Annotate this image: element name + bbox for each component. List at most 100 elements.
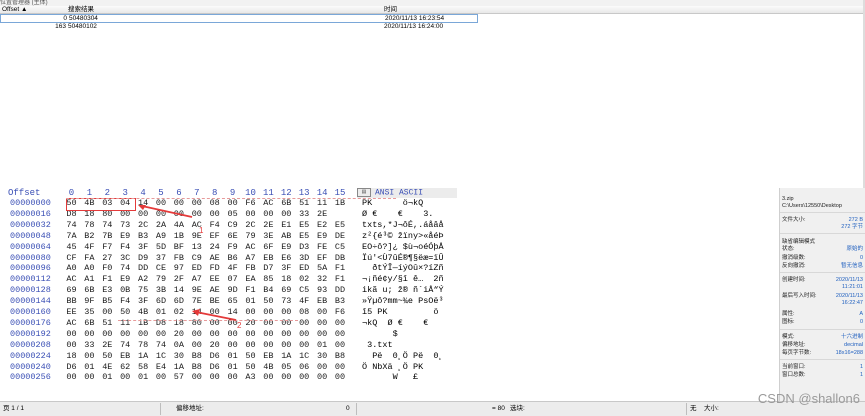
hex-byte[interactable]: B3 — [136, 231, 151, 241]
hex-byte[interactable]: 4F — [225, 263, 240, 273]
hex-byte[interactable]: A0 — [82, 263, 97, 273]
hex-byte[interactable]: 01 — [136, 372, 151, 382]
ascii-text[interactable]: î5 PK ö — [362, 307, 457, 317]
hex-byte[interactable]: A3 — [243, 372, 258, 382]
hex-byte[interactable]: 6B — [279, 198, 294, 208]
hex-byte[interactable]: 02 — [297, 274, 312, 284]
hex-byte[interactable]: 93 — [315, 285, 330, 295]
hex-byte[interactable]: E9 — [315, 231, 330, 241]
hex-byte[interactable]: 00 — [243, 329, 258, 339]
hex-byte[interactable]: BB — [64, 296, 79, 306]
hex-byte[interactable]: 2F — [171, 274, 186, 284]
hex-byte[interactable]: F6 — [243, 198, 258, 208]
hex-byte[interactable]: 24 — [207, 242, 222, 252]
hex-byte[interactable]: 00 — [297, 372, 312, 382]
hex-byte[interactable]: F1 — [333, 263, 348, 273]
hex-byte[interactable]: 13 — [189, 242, 204, 252]
column-header-offset[interactable]: Offset ▲ — [2, 6, 27, 13]
hex-byte[interactable]: AE — [207, 285, 222, 295]
hex-byte[interactable]: 00 — [279, 209, 294, 219]
hex-byte[interactable]: E3 — [100, 285, 115, 295]
hex-byte[interactable]: AC — [64, 274, 79, 284]
hex-byte[interactable]: 00 — [118, 329, 133, 339]
column-header-time[interactable]: 时间 — [384, 6, 397, 13]
hex-byte[interactable]: AB — [279, 231, 294, 241]
hex-byte[interactable]: 3F — [136, 242, 151, 252]
hex-byte[interactable]: B4 — [261, 285, 276, 295]
hex-byte[interactable]: 00 — [64, 372, 79, 382]
hex-byte[interactable]: 00 — [279, 340, 294, 350]
column-header-hit[interactable]: 搜索结果 — [68, 6, 94, 13]
hex-byte[interactable]: B6 — [225, 253, 240, 263]
hex-byte[interactable]: 18 — [64, 351, 79, 361]
hex-byte[interactable]: 11 — [315, 198, 330, 208]
hex-byte[interactable]: 2C — [136, 220, 151, 230]
hex-byte[interactable]: 1B — [171, 231, 186, 241]
hex-byte[interactable]: 51 — [100, 318, 115, 328]
hex-byte[interactable]: FE — [315, 242, 330, 252]
hex-byte[interactable]: 50 — [118, 307, 133, 317]
ascii-text[interactable]: »Ÿµô?mm~¾e PsOë³ — [362, 296, 457, 306]
hex-byte[interactable]: 01 — [243, 296, 258, 306]
hex-byte[interactable]: 50 — [243, 362, 258, 372]
hex-byte[interactable]: DD — [136, 263, 151, 273]
hex-byte[interactable]: 05 — [279, 362, 294, 372]
hex-byte[interactable]: 50 — [261, 296, 276, 306]
hex-byte[interactable]: 3C — [118, 253, 133, 263]
hex-byte[interactable]: F9 — [225, 242, 240, 252]
hex-byte[interactable]: 2E — [261, 220, 276, 230]
text-mode-icon[interactable]: ▤ — [357, 188, 371, 197]
hex-byte[interactable]: EE — [207, 274, 222, 284]
hex-byte[interactable]: 9E — [189, 285, 204, 295]
hex-byte[interactable]: 08 — [207, 198, 222, 208]
hex-byte[interactable]: F1 — [243, 285, 258, 295]
hex-byte[interactable]: 5A — [315, 263, 330, 273]
hex-byte[interactable]: A7 — [243, 253, 258, 263]
hex-byte[interactable]: 00 — [82, 372, 97, 382]
hex-byte[interactable]: 05 — [225, 209, 240, 219]
hex-byte[interactable]: 01 — [154, 307, 169, 317]
ascii-text[interactable]: txts,*J¬ôÉ,.áåâå — [362, 220, 457, 230]
hex-byte[interactable]: 69 — [64, 285, 79, 295]
hex-byte[interactable]: 00 — [154, 372, 169, 382]
hex-byte[interactable]: 74 — [64, 220, 79, 230]
hex-byte[interactable]: 00 — [279, 307, 294, 317]
hex-byte[interactable]: BE — [207, 296, 222, 306]
ascii-text[interactable]: ¬kQ Ø € € — [362, 318, 457, 328]
hex-byte[interactable]: 75 — [136, 285, 151, 295]
hex-byte[interactable]: B3 — [333, 296, 348, 306]
table-row[interactable]: 163 50480102 2020/11/13 16:24:00 — [0, 23, 865, 32]
hex-byte[interactable]: 00 — [154, 329, 169, 339]
hex-byte[interactable]: 00 — [225, 198, 240, 208]
hex-byte[interactable]: 00 — [100, 307, 115, 317]
hex-byte[interactable]: 5D — [154, 242, 169, 252]
hex-byte[interactable]: 79 — [154, 274, 169, 284]
hex-byte[interactable]: 51 — [297, 198, 312, 208]
hex-byte[interactable]: 00 — [315, 318, 330, 328]
hex-byte[interactable]: A2 — [136, 274, 151, 284]
hex-byte[interactable]: 69 — [279, 285, 294, 295]
hex-byte[interactable]: 00 — [189, 340, 204, 350]
hex-byte[interactable]: FD — [207, 263, 222, 273]
hex-byte[interactable]: 85 — [261, 274, 276, 284]
hex-byte[interactable]: 57 — [171, 372, 186, 382]
hex-byte[interactable]: AC — [261, 198, 276, 208]
hex-byte[interactable]: 4E — [100, 362, 115, 372]
hex-byte[interactable]: 1A — [279, 351, 294, 361]
hex-byte[interactable]: AC — [64, 318, 79, 328]
hex-byte[interactable]: 50 — [243, 351, 258, 361]
hex-byte[interactable]: C9 — [225, 220, 240, 230]
hex-byte[interactable]: 74 — [118, 340, 133, 350]
hex-byte[interactable]: EE — [64, 307, 79, 317]
hex-byte[interactable]: C9 — [189, 253, 204, 263]
hex-byte[interactable]: F0 — [100, 263, 115, 273]
hex-byte[interactable]: 32 — [315, 274, 330, 284]
hex-byte[interactable]: E9 — [279, 242, 294, 252]
hex-byte[interactable]: 00 — [82, 329, 97, 339]
hex-byte[interactable]: 00 — [207, 372, 222, 382]
hex-byte[interactable]: 00 — [225, 340, 240, 350]
hex-byte[interactable]: 78 — [82, 220, 97, 230]
hex-byte[interactable]: 9D — [225, 285, 240, 295]
hex-byte[interactable]: 1B — [333, 198, 348, 208]
hex-byte[interactable]: DB — [333, 253, 348, 263]
